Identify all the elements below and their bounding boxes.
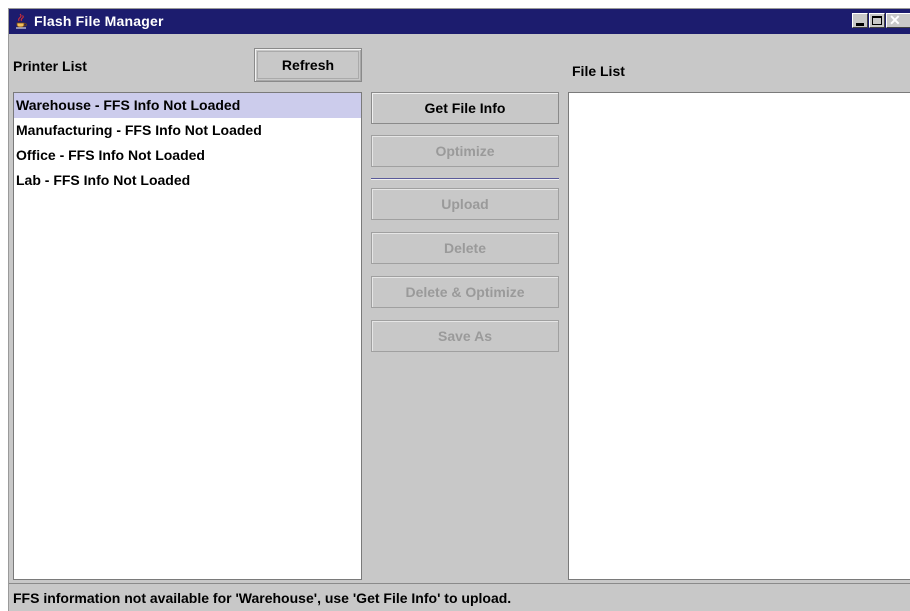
printer-list-label: Printer List xyxy=(13,58,87,74)
refresh-button[interactable]: Refresh xyxy=(254,48,362,82)
minimize-button[interactable] xyxy=(852,13,868,28)
close-button[interactable]: ✕ xyxy=(886,12,910,28)
maximize-button[interactable] xyxy=(869,13,885,28)
printer-item-office[interactable]: Office - FFS Info Not Loaded xyxy=(14,143,361,168)
printer-item-warehouse[interactable]: Warehouse - FFS Info Not Loaded xyxy=(14,93,361,118)
printer-item-lab[interactable]: Lab - FFS Info Not Loaded xyxy=(14,168,361,193)
close-icon: ✕ xyxy=(889,12,901,28)
window-title: Flash File Manager xyxy=(34,13,164,29)
file-list[interactable] xyxy=(568,92,910,580)
upload-button[interactable]: Upload xyxy=(371,188,559,220)
java-cup-icon xyxy=(16,13,27,29)
file-list-label: File List xyxy=(572,63,625,79)
get-file-info-button[interactable]: Get File Info xyxy=(371,92,559,124)
action-separator xyxy=(371,178,559,180)
printer-list[interactable]: Warehouse - FFS Info Not Loaded Manufact… xyxy=(13,92,362,580)
title-bar[interactable]: Flash File Manager ✕ xyxy=(9,9,910,34)
flash-file-manager-window: Flash File Manager ✕ Printer List Refres… xyxy=(8,8,910,611)
optimize-button[interactable]: Optimize xyxy=(371,135,559,167)
printer-item-manufacturing[interactable]: Manufacturing - FFS Info Not Loaded xyxy=(14,118,361,143)
status-text: FFS information not available for 'Wareh… xyxy=(13,590,512,606)
delete-button[interactable]: Delete xyxy=(371,232,559,264)
save-as-button[interactable]: Save As xyxy=(371,320,559,352)
minimize-icon xyxy=(856,23,864,26)
delete-optimize-button[interactable]: Delete & Optimize xyxy=(371,276,559,308)
maximize-icon xyxy=(872,16,882,25)
status-bar: FFS information not available for 'Wareh… xyxy=(9,583,910,611)
